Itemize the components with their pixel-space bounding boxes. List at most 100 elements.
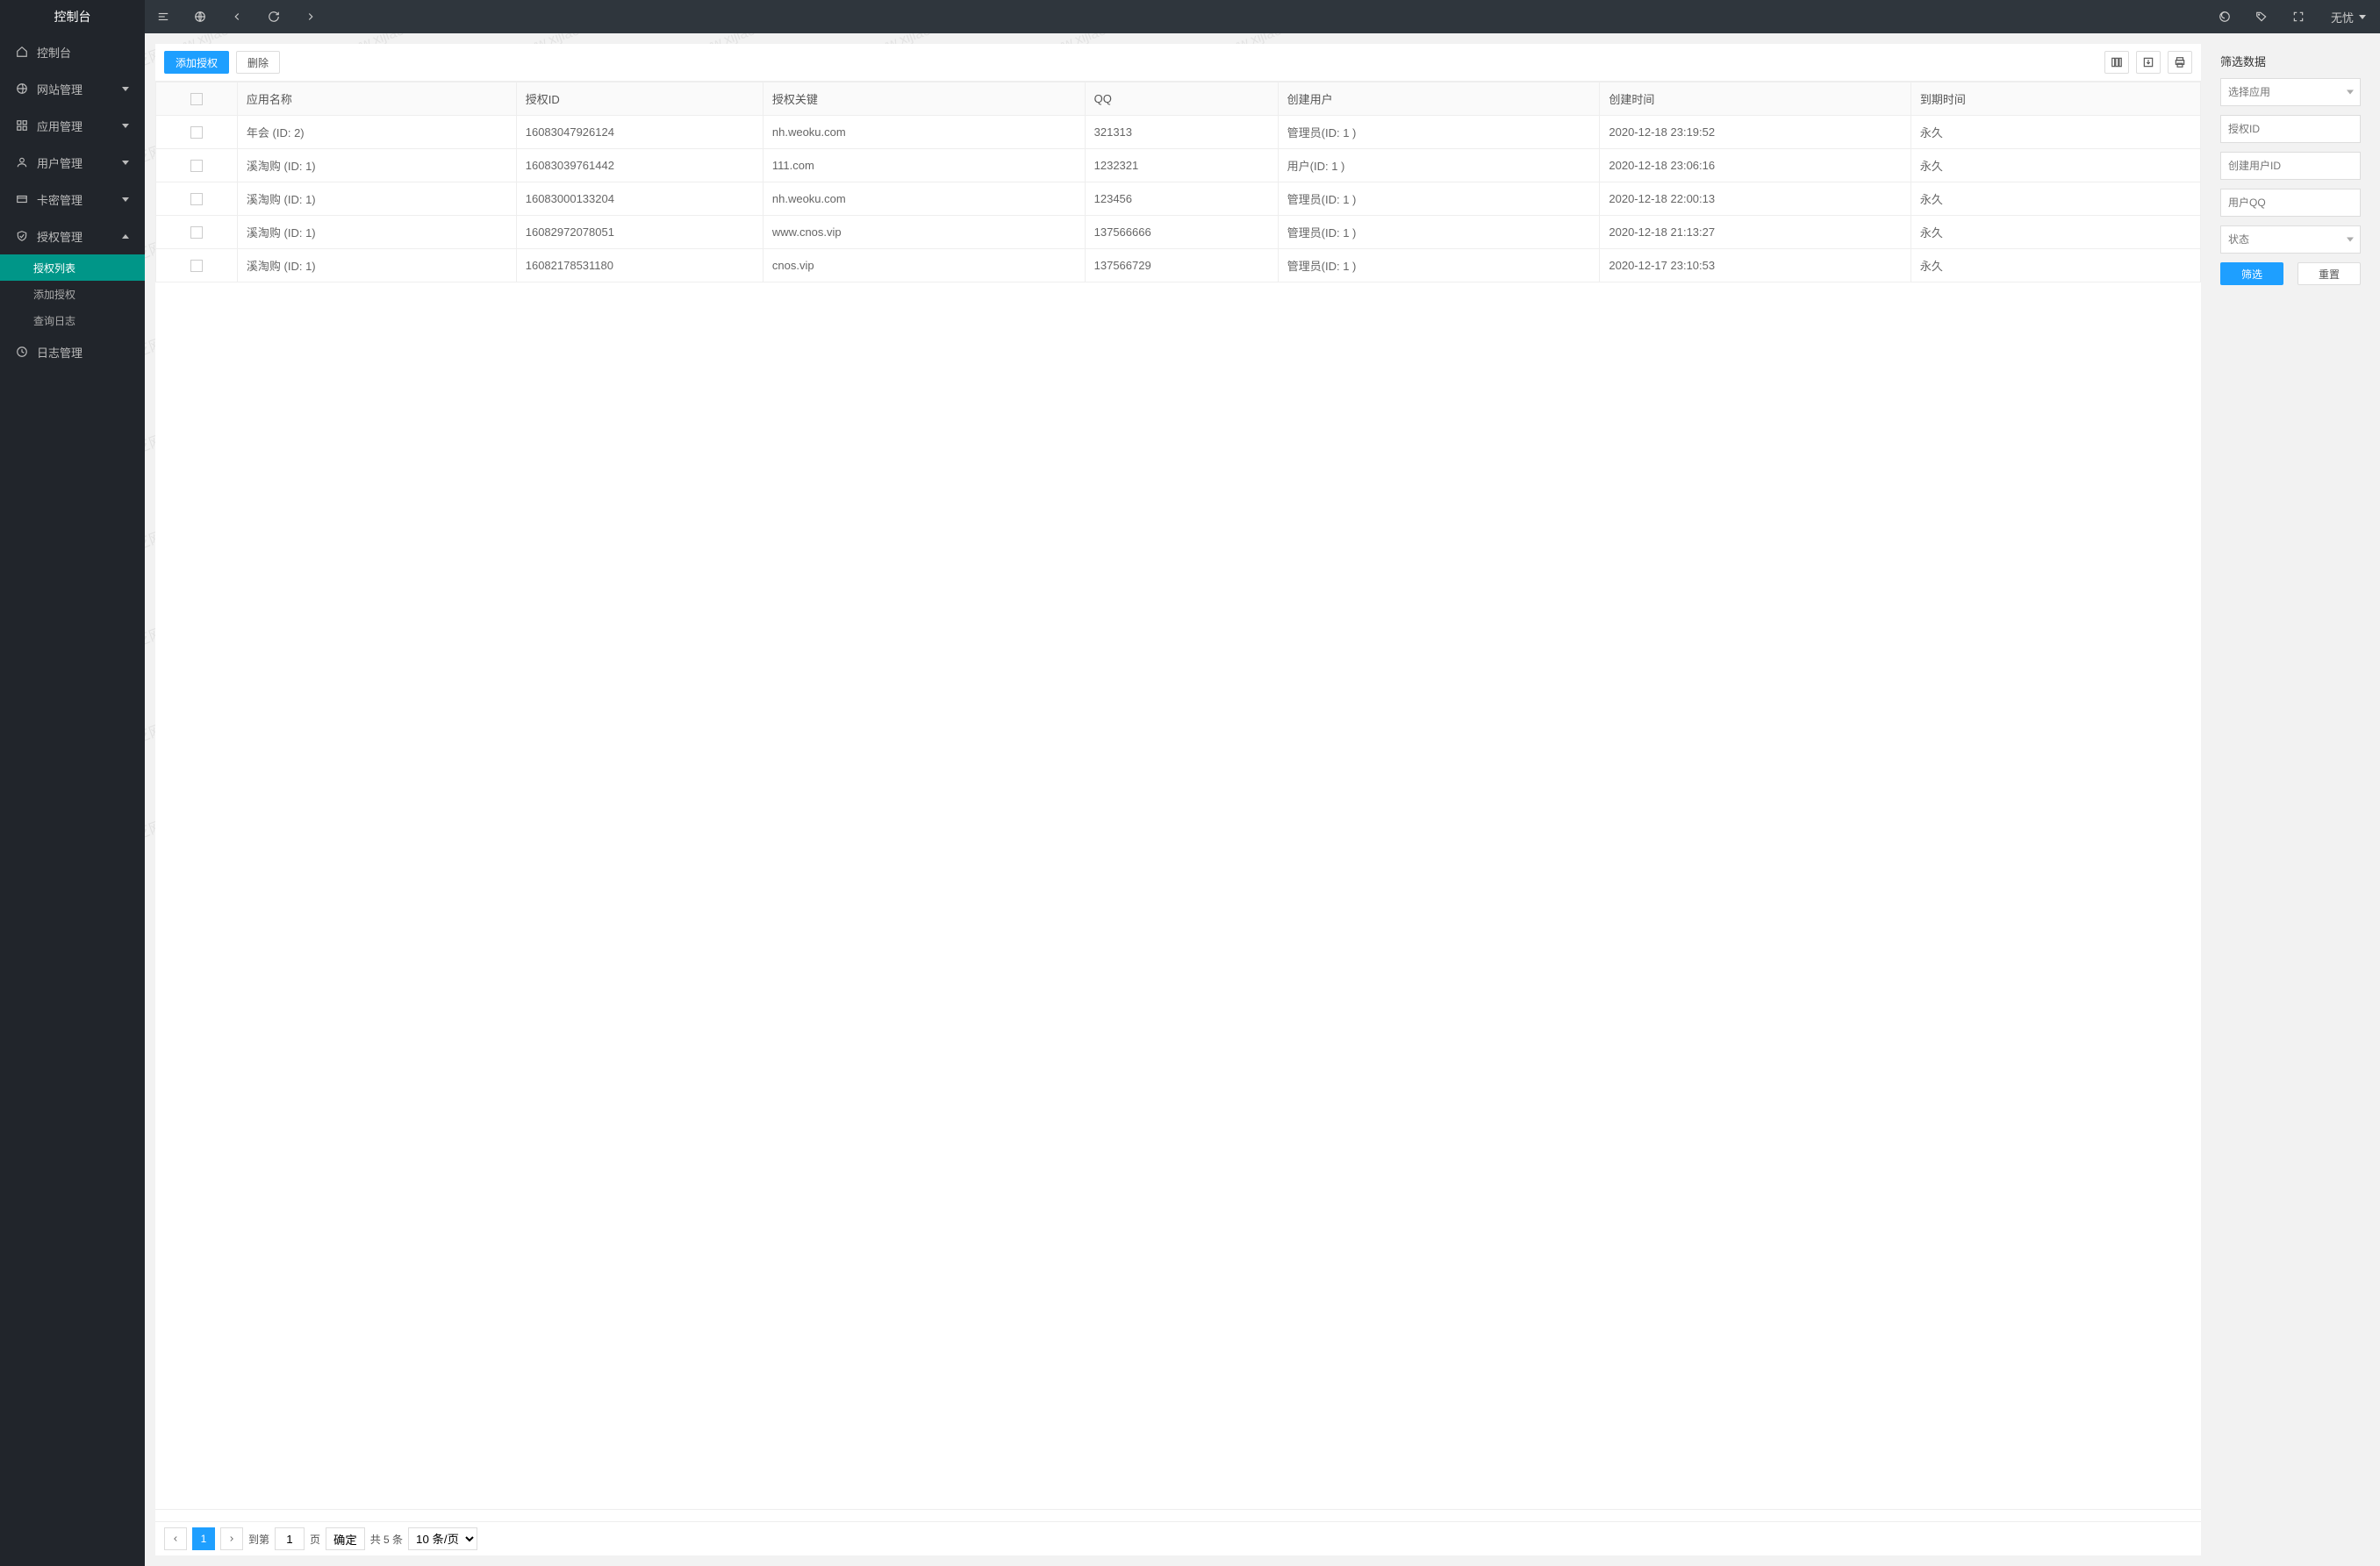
- sidebar-item-grid[interactable]: 应用管理: [0, 107, 145, 144]
- col-header: 授权关键: [763, 82, 1085, 116]
- col-header: 到期时间: [1910, 82, 2200, 116]
- sidebar-item-shield[interactable]: 授权管理: [0, 218, 145, 254]
- cell-created: 2020-12-17 23:10:53: [1600, 249, 1911, 282]
- sidebar-subitem[interactable]: 查询日志: [0, 307, 145, 333]
- tag-icon[interactable]: [2243, 0, 2280, 33]
- globe-icon: [16, 82, 28, 95]
- pager-confirm-button[interactable]: 确定: [326, 1527, 365, 1550]
- nav-refresh-icon[interactable]: [255, 0, 292, 33]
- cell-qq: 123456: [1085, 182, 1278, 216]
- columns-icon[interactable]: [2104, 51, 2129, 74]
- user-name: 无忧: [2331, 9, 2354, 25]
- nav-back-icon[interactable]: [219, 0, 255, 33]
- delete-button[interactable]: 删除: [236, 51, 280, 74]
- cell-creator: 管理员(ID: 1 ): [1278, 216, 1600, 249]
- cell-key: nh.weoku.com: [763, 116, 1085, 149]
- print-icon[interactable]: [2168, 51, 2192, 74]
- col-header: 授权ID: [516, 82, 763, 116]
- chevron-down-icon: [122, 161, 129, 165]
- table-row[interactable]: 溪淘购 (ID: 1)16083039761442111.com1232321用…: [156, 149, 2201, 182]
- user-menu[interactable]: 无忧: [2317, 0, 2380, 33]
- pager-page-1[interactable]: 1: [192, 1527, 215, 1550]
- menu-toggle-icon[interactable]: [145, 0, 182, 33]
- theme-icon[interactable]: [2206, 0, 2243, 33]
- sidebar-subitem[interactable]: 添加授权: [0, 281, 145, 307]
- cell-authid: 16082972078051: [516, 216, 763, 249]
- table-row[interactable]: 溪淘购 (ID: 1)16082178531180cnos.vip1375667…: [156, 249, 2201, 282]
- sidebar-logo: 控制台: [0, 0, 145, 33]
- table-row[interactable]: 年会 (ID: 2)16083047926124nh.weoku.com3213…: [156, 116, 2201, 149]
- cell-authid: 16082178531180: [516, 249, 763, 282]
- cell-created: 2020-12-18 22:00:13: [1600, 182, 1911, 216]
- filter-submit-button[interactable]: 筛选: [2220, 262, 2283, 285]
- pager-next[interactable]: [220, 1527, 243, 1550]
- filter-reset-button[interactable]: 重置: [2298, 262, 2361, 285]
- sidebar-subitem[interactable]: 授权列表: [0, 254, 145, 281]
- sidebar-item-user[interactable]: 用户管理: [0, 144, 145, 181]
- row-checkbox[interactable]: [190, 126, 203, 139]
- horizontal-scrollbar[interactable]: [155, 1509, 2201, 1521]
- fullscreen-icon[interactable]: [2280, 0, 2317, 33]
- chevron-down-icon: [2359, 15, 2366, 19]
- col-header: 创建用户: [1278, 82, 1600, 116]
- export-icon[interactable]: [2136, 51, 2161, 74]
- col-header: QQ: [1085, 82, 1278, 116]
- cell-key: cnos.vip: [763, 249, 1085, 282]
- sidebar-item-label: 用户管理: [37, 154, 82, 171]
- chevron-down-icon: [122, 124, 129, 128]
- cell-expire: 永久: [1910, 116, 2200, 149]
- sidebar-item-globe[interactable]: 网站管理: [0, 70, 145, 107]
- grid-icon: [16, 119, 28, 132]
- table-row[interactable]: 溪淘购 (ID: 1)16083000133204nh.weoku.com123…: [156, 182, 2201, 216]
- pager-goto-input[interactable]: [275, 1527, 305, 1550]
- table-row[interactable]: 溪淘购 (ID: 1)16082972078051www.cnos.vip137…: [156, 216, 2201, 249]
- sidebar-item-card[interactable]: 卡密管理: [0, 181, 145, 218]
- cell-qq: 1232321: [1085, 149, 1278, 182]
- row-checkbox[interactable]: [190, 160, 203, 172]
- cell-key: www.cnos.vip: [763, 216, 1085, 249]
- home-icon: [16, 46, 28, 58]
- pager-pagesize-select[interactable]: 10 条/页: [408, 1527, 477, 1550]
- row-checkbox[interactable]: [190, 260, 203, 272]
- cell-key: 111.com: [763, 149, 1085, 182]
- cell-created: 2020-12-18 23:06:16: [1600, 149, 1911, 182]
- cell-key: nh.weoku.com: [763, 182, 1085, 216]
- sidebar-item-label: 授权管理: [37, 228, 82, 245]
- filter-creatorid-input[interactable]: [2220, 152, 2361, 180]
- row-checkbox[interactable]: [190, 226, 203, 239]
- cell-creator: 管理员(ID: 1 ): [1278, 116, 1600, 149]
- filter-panel: 筛选数据 筛选 重置: [2212, 44, 2369, 1555]
- col-header: 创建时间: [1600, 82, 1911, 116]
- cell-app: 溪淘购 (ID: 1): [237, 149, 516, 182]
- select-all-checkbox[interactable]: [190, 93, 203, 105]
- sidebar-item-label: 日志管理: [37, 344, 82, 361]
- cell-app: 溪淘购 (ID: 1): [237, 249, 516, 282]
- cell-expire: 永久: [1910, 149, 2200, 182]
- sidebar-item-home[interactable]: 控制台: [0, 33, 145, 70]
- cell-expire: 永久: [1910, 216, 2200, 249]
- pager-total: 共 5 条: [370, 1532, 403, 1547]
- pager-prev[interactable]: [164, 1527, 187, 1550]
- cell-creator: 用户(ID: 1 ): [1278, 149, 1600, 182]
- sidebar-item-label: 网站管理: [37, 81, 82, 97]
- cell-authid: 16083047926124: [516, 116, 763, 149]
- filter-status-select[interactable]: [2220, 225, 2361, 254]
- cell-app: 年会 (ID: 2): [237, 116, 516, 149]
- select-all-header: [156, 82, 238, 116]
- filter-app-select[interactable]: [2220, 78, 2361, 106]
- card-icon: [16, 193, 28, 205]
- main-panel: 添加授权 删除 应用名称授权ID授权关键QQ创建用户创建时间到期时间 年会 (I…: [155, 44, 2201, 1555]
- sidebar: 控制台 控制台网站管理应用管理用户管理卡密管理授权管理授权列表添加授权查询日志日…: [0, 0, 145, 1566]
- sidebar-item-label: 控制台: [37, 44, 71, 61]
- filter-userqq-input[interactable]: [2220, 189, 2361, 217]
- col-header: 应用名称: [237, 82, 516, 116]
- cell-expire: 永久: [1910, 249, 2200, 282]
- pagination: 1 到第 页 确定 共 5 条 10 条/页: [155, 1521, 2201, 1555]
- add-auth-button[interactable]: 添加授权: [164, 51, 229, 74]
- filter-authid-input[interactable]: [2220, 115, 2361, 143]
- globe-icon[interactable]: [182, 0, 219, 33]
- nav-forward-icon[interactable]: [292, 0, 329, 33]
- row-checkbox[interactable]: [190, 193, 203, 205]
- chevron-up-icon: [122, 234, 129, 239]
- sidebar-item-clock[interactable]: 日志管理: [0, 333, 145, 370]
